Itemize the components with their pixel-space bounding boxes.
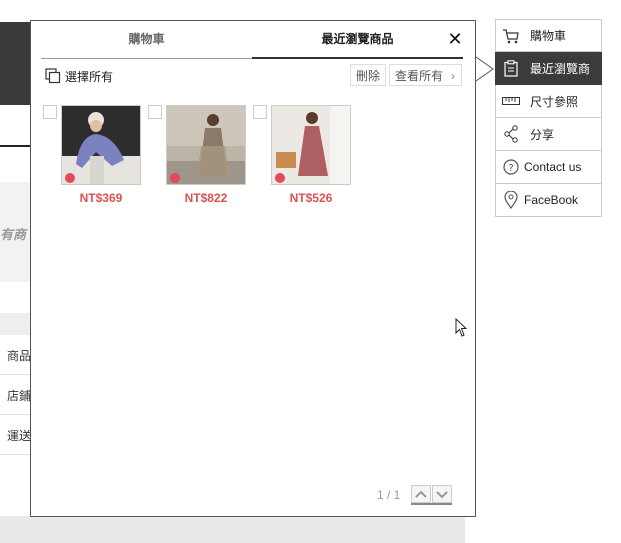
ruler-icon — [502, 92, 520, 110]
location-pin-icon — [502, 191, 520, 209]
page-up-button[interactable] — [411, 485, 431, 503]
chevron-down-icon — [436, 491, 448, 499]
sidebar-item-label: 分享 — [530, 127, 555, 142]
tab-recently-viewed[interactable]: 最近瀏覽商品 — [252, 21, 463, 59]
clipboard-icon — [502, 59, 520, 77]
product-image[interactable] — [166, 105, 246, 185]
select-all-label: 選擇所有 — [65, 69, 114, 84]
page-row[interactable]: 商品 — [0, 335, 31, 375]
product-price: NT$526 — [289, 191, 333, 205]
side-toolbar: 購物車 最近瀏覽商 尺寸參照 分享 ? Contact us FaceBook — [495, 19, 602, 217]
page-row[interactable]: 店鋪 — [0, 375, 31, 415]
chevron-up-icon — [415, 490, 427, 498]
sidebar-item-recently-viewed[interactable]: 最近瀏覽商 — [495, 52, 602, 85]
recently-viewed-panel: 購物車 最近瀏覽商品 ✕ 選擇所有 刪除 查看所有 › NT$369 NT$82… — [30, 20, 476, 517]
view-all-button[interactable]: 查看所有 › — [389, 64, 462, 86]
pagination-underline — [411, 503, 452, 505]
page-header-background — [0, 22, 31, 105]
sidebar-item-contact[interactable]: ? Contact us — [495, 151, 602, 184]
pagination: 1 / 1 — [377, 485, 457, 507]
product-image[interactable] — [61, 105, 141, 185]
page-divider — [0, 145, 31, 147]
product-item[interactable]: NT$822 — [148, 105, 248, 215]
chevron-right-icon: › — [451, 69, 455, 83]
close-icon[interactable]: ✕ — [447, 30, 463, 48]
sidebar-item-label: 尺寸參照 — [530, 94, 579, 109]
product-checkbox[interactable] — [148, 105, 162, 119]
panel-pointer-arrow — [475, 56, 494, 82]
page-row[interactable]: 運送 — [0, 415, 31, 455]
page-down-button[interactable] — [432, 485, 452, 503]
sidebar-item-size-guide[interactable]: 尺寸參照 — [495, 85, 602, 118]
page-empty-hint-text: 有商 — [0, 227, 27, 242]
page-section-bar — [0, 313, 31, 335]
sidebar-item-cart[interactable]: 購物車 — [495, 19, 602, 52]
product-item[interactable]: NT$369 — [43, 105, 143, 215]
panel-toolbar: 選擇所有 刪除 查看所有 › — [41, 64, 463, 88]
svg-text:?: ? — [508, 163, 513, 174]
product-checkbox[interactable] — [43, 105, 57, 119]
question-icon: ? — [502, 158, 520, 176]
sidebar-item-facebook[interactable]: FaceBook — [495, 184, 602, 217]
product-checkbox[interactable] — [253, 105, 267, 119]
mouse-cursor-icon — [455, 318, 468, 337]
sidebar-item-label: 最近瀏覽商 — [530, 61, 591, 76]
product-price: NT$369 — [79, 191, 123, 205]
product-image[interactable] — [271, 105, 351, 185]
select-all-button[interactable]: 選擇所有 — [45, 68, 113, 84]
sidebar-item-label: Contact us — [524, 160, 582, 174]
sidebar-item-share[interactable]: 分享 — [495, 118, 602, 151]
sidebar-item-label: 購物車 — [530, 29, 567, 43]
delete-button[interactable]: 刪除 — [350, 64, 386, 86]
tab-cart[interactable]: 購物車 — [41, 21, 252, 58]
product-price: NT$822 — [184, 191, 228, 205]
sidebar-item-label: FaceBook — [524, 193, 579, 207]
page-indicator: 1 / 1 — [377, 488, 401, 502]
cart-icon — [502, 27, 520, 45]
page-footer-bar — [0, 516, 465, 543]
panel-tabs: 購物車 最近瀏覽商品 — [41, 21, 463, 59]
share-icon — [502, 125, 520, 143]
product-item[interactable]: NT$526 — [253, 105, 353, 215]
copy-icon — [45, 68, 61, 84]
view-all-label: 查看所有 — [395, 69, 444, 83]
